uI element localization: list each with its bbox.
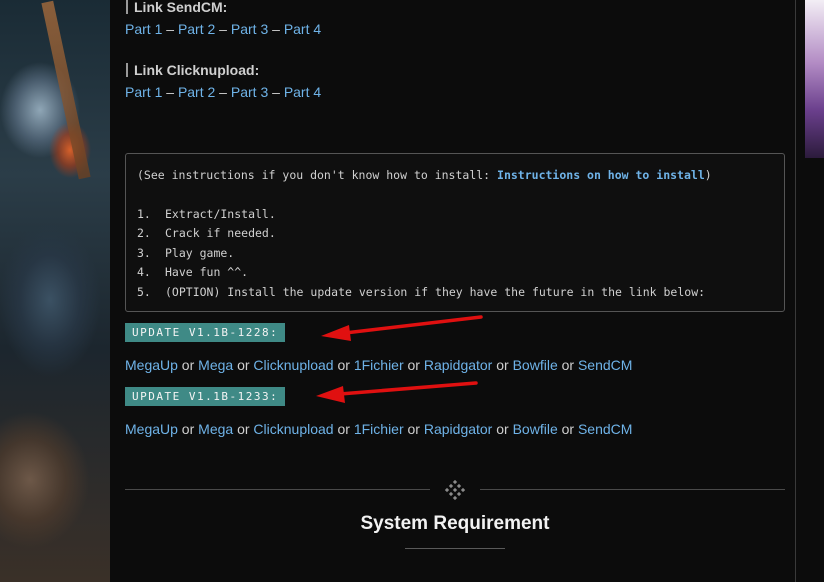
or-text: or	[492, 421, 513, 437]
system-requirement-heading: System Requirement	[360, 513, 550, 534]
or-text: or	[333, 357, 354, 373]
or-text: or	[403, 421, 424, 437]
clicknupload-heading: Link Clicknupload:	[126, 63, 259, 77]
red-arrow-icon	[316, 381, 478, 403]
1fichier-link[interactable]: 1Fichier	[354, 421, 404, 437]
separator: –	[215, 21, 231, 37]
rapidgator-link[interactable]: Rapidgator	[424, 421, 493, 437]
sendcm-links: Part 1 – Part 2 – Part 3 – Part 4	[125, 21, 321, 37]
or-text: or	[403, 357, 424, 373]
update-1228-badge: UPDATE V1.1B-1228:	[125, 323, 286, 342]
right-side-artwork	[805, 0, 824, 158]
separator: –	[268, 21, 284, 37]
content-border	[795, 0, 796, 582]
step-1: 1. Extract/Install.	[137, 207, 276, 221]
step-text: Extract/Install.	[165, 207, 276, 221]
install-instructions-box: (See instructions if you don't know how …	[125, 153, 785, 312]
step-number: 2.	[137, 226, 151, 240]
clicknupload-part-4-link[interactable]: Part 4	[284, 84, 321, 100]
step-number: 3.	[137, 246, 151, 260]
clicknupload-links: Part 1 – Part 2 – Part 3 – Part 4	[125, 84, 321, 100]
step-3: 3. Play game.	[137, 246, 234, 260]
separator: –	[162, 21, 178, 37]
sendcm-heading: Link SendCM:	[126, 0, 227, 14]
or-text: or	[557, 357, 578, 373]
megaup-link[interactable]: MegaUp	[125, 421, 178, 437]
red-arrow-icon	[321, 315, 483, 341]
step-2: 2. Crack if needed.	[137, 226, 276, 240]
update-1228-mirrors: MegaUp or Mega or Clicknupload or 1Fichi…	[125, 357, 632, 373]
or-text: or	[333, 421, 354, 437]
intro-text: (See instructions if you don't know how …	[137, 168, 498, 182]
diamond-ornament-icon	[445, 480, 465, 500]
step-5: 5. (OPTION) Install the update version if…	[137, 285, 705, 299]
rapidgator-link[interactable]: Rapidgator	[424, 357, 493, 373]
divider-left	[125, 489, 430, 490]
bowfile-link[interactable]: Bowfile	[513, 421, 558, 437]
clicknupload-part-1-link[interactable]: Part 1	[125, 84, 162, 100]
or-text: or	[177, 421, 199, 437]
sendcm-part-4-link[interactable]: Part 4	[284, 21, 321, 37]
sendcm-link[interactable]: SendCM	[578, 357, 632, 373]
or-text: or	[492, 357, 513, 373]
separator: –	[268, 84, 284, 100]
step-text: (OPTION) Install the update version if t…	[165, 285, 706, 299]
intro-close: )	[704, 168, 712, 182]
update-1233-badge: UPDATE V1.1B-1233:	[125, 387, 286, 406]
step-text: Crack if needed.	[165, 226, 276, 240]
or-text: or	[177, 357, 199, 373]
instructions-intro: (See instructions if you don't know how …	[137, 168, 712, 182]
or-text: or	[557, 421, 578, 437]
clicknupload-part-2-link[interactable]: Part 2	[178, 84, 215, 100]
bowfile-link[interactable]: Bowfile	[513, 357, 558, 373]
clicknupload-link[interactable]: Clicknupload	[253, 421, 333, 437]
heading-underline	[405, 548, 505, 549]
step-text: Play game.	[165, 246, 235, 260]
1fichier-link[interactable]: 1Fichier	[354, 357, 404, 373]
sendcm-part-1-link[interactable]: Part 1	[125, 21, 162, 37]
or-text: or	[233, 357, 254, 373]
clicknupload-link[interactable]: Clicknupload	[253, 357, 333, 373]
step-text: Have fun ^^.	[165, 265, 249, 279]
megaup-link[interactable]: MegaUp	[125, 357, 178, 373]
sendcm-link[interactable]: SendCM	[578, 421, 632, 437]
separator: –	[215, 84, 231, 100]
step-number: 5.	[137, 285, 151, 299]
update-1233-mirrors: MegaUp or Mega or Clicknupload or 1Fichi…	[125, 421, 632, 437]
mega-link[interactable]: Mega	[198, 421, 233, 437]
divider-right	[480, 489, 785, 490]
sendcm-part-2-link[interactable]: Part 2	[178, 21, 215, 37]
step-4: 4. Have fun ^^.	[137, 265, 248, 279]
step-number: 1.	[137, 207, 151, 221]
install-instructions-link[interactable]: Instructions on how to install	[497, 168, 705, 182]
step-number: 4.	[137, 265, 151, 279]
clicknupload-part-3-link[interactable]: Part 3	[231, 84, 268, 100]
or-text: or	[233, 421, 254, 437]
separator: –	[162, 84, 178, 100]
left-side-artwork	[0, 0, 110, 582]
sendcm-part-3-link[interactable]: Part 3	[231, 21, 268, 37]
mega-link[interactable]: Mega	[198, 357, 233, 373]
